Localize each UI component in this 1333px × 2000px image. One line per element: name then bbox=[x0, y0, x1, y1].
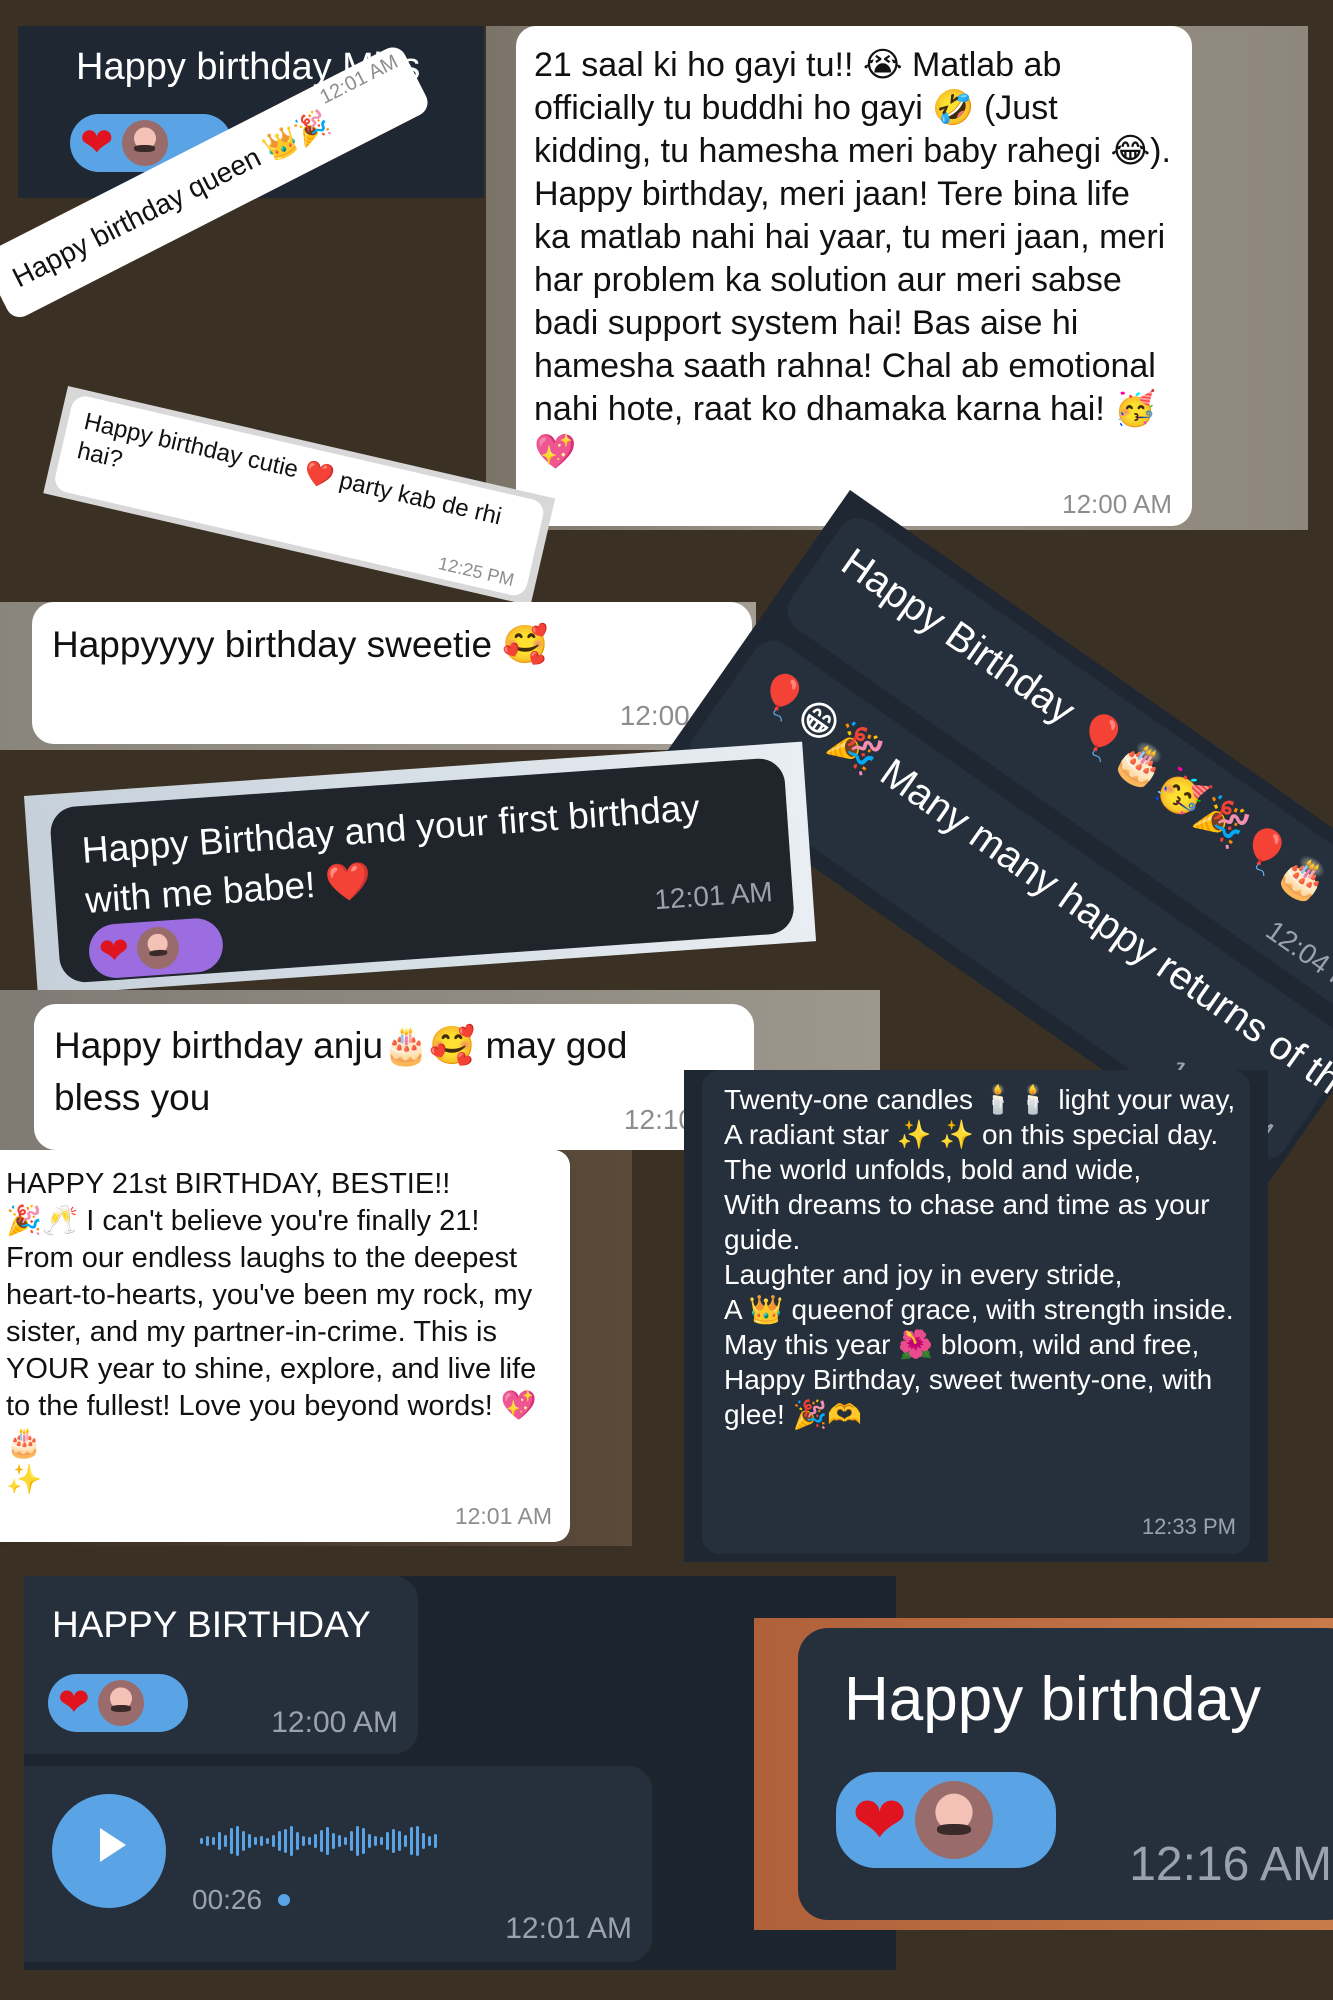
message-time: 12:01 AM bbox=[653, 876, 774, 916]
message-time: 12:16 AM bbox=[1129, 1838, 1332, 1891]
waveform[interactable] bbox=[200, 1816, 624, 1866]
message-bubble: Happy birthday cutie ❤️ party kab de rhi… bbox=[52, 393, 547, 599]
play-button[interactable] bbox=[52, 1794, 166, 1908]
message-text: Twenty-one candles 🕯️🕯️ light your way, … bbox=[724, 1084, 1236, 1430]
voice-message: 00:26 12:01 AM bbox=[24, 1766, 652, 1962]
message-bubble: Happyyyy birthday sweetie 🥰 12:00 AM bbox=[32, 602, 752, 744]
waveform-bar bbox=[374, 1836, 377, 1846]
card-cutie: Happy birthday cutie ❤️ party kab de rhi… bbox=[43, 386, 556, 606]
avatar bbox=[121, 120, 168, 166]
waveform-bar bbox=[350, 1831, 353, 1851]
waveform-bar bbox=[332, 1833, 335, 1849]
reaction-pill[interactable]: ❤ bbox=[87, 916, 225, 980]
reaction-pill[interactable]: ❤ bbox=[48, 1674, 188, 1732]
waveform-bar bbox=[236, 1826, 239, 1856]
waveform-bar bbox=[200, 1838, 203, 1844]
card-bestie: HAPPY 21st BIRTHDAY, BESTIE!! 🎉🥂 I can't… bbox=[0, 1150, 632, 1546]
message-bubble: 21 saal ki ho gayi tu!! 😭 Matlab ab offi… bbox=[516, 26, 1192, 526]
reaction-pill[interactable]: ❤ bbox=[836, 1772, 1056, 1868]
message-text: Happy Birthday and your first birthday w… bbox=[80, 786, 701, 921]
waveform-bar bbox=[206, 1836, 209, 1846]
card-hindi-long: 21 saal ki ho gayi tu!! 😭 Matlab ab offi… bbox=[486, 26, 1308, 530]
message-time: 12:00 AM bbox=[1062, 489, 1172, 519]
message-text: HAPPY BIRTHDAY bbox=[52, 1604, 371, 1645]
waveform-bar bbox=[320, 1830, 323, 1852]
card-sweetie: Happyyyy birthday sweetie 🥰 12:00 AM bbox=[0, 602, 756, 750]
avatar bbox=[97, 1680, 144, 1726]
waveform-bar bbox=[410, 1827, 413, 1855]
waveform-bar bbox=[314, 1834, 317, 1848]
unplayed-dot bbox=[278, 1894, 290, 1906]
waveform-bar bbox=[344, 1837, 347, 1845]
waveform-bar bbox=[398, 1831, 401, 1851]
waveform-bar bbox=[272, 1835, 275, 1847]
message-bubble: Happy birthday ❤ 12:16 AM bbox=[798, 1628, 1333, 1920]
heart-icon: ❤ bbox=[97, 929, 131, 973]
message-text: Happy birthday anju🎂🥰 may god bless you bbox=[54, 1025, 628, 1118]
waveform-bar bbox=[242, 1831, 245, 1851]
card-big: Happy birthday ❤ 12:16 AM bbox=[754, 1618, 1333, 1930]
voice-duration: 00:26 bbox=[192, 1884, 263, 1915]
message-bubble: HAPPY 21st BIRTHDAY, BESTIE!! 🎉🥂 I can't… bbox=[0, 1150, 570, 1542]
avatar bbox=[135, 925, 181, 971]
waveform-bar bbox=[386, 1832, 389, 1850]
heart-icon: ❤ bbox=[58, 1682, 90, 1724]
waveform-bar bbox=[308, 1837, 311, 1845]
waveform-bar bbox=[254, 1837, 257, 1845]
message-time: 12:33 PM bbox=[1141, 1514, 1236, 1539]
waveform-bar bbox=[380, 1837, 383, 1845]
message-time: 12:00 AM bbox=[271, 1706, 398, 1739]
message-text: Happy birthday cutie ❤️ party kab de rhi… bbox=[74, 407, 505, 531]
waveform-bar bbox=[338, 1835, 341, 1847]
waveform-bar bbox=[362, 1828, 365, 1854]
message-time: 12:01 AM bbox=[454, 1503, 552, 1529]
message-text: Happyyyy birthday sweetie 🥰 bbox=[52, 624, 549, 665]
waveform-bar bbox=[404, 1835, 407, 1847]
message-bubble: Twenty-one candles 🕯️🕯️ light your way, … bbox=[702, 1070, 1250, 1554]
message-bubble: HAPPY BIRTHDAY ❤ 12:00 AM bbox=[24, 1576, 418, 1754]
waveform-bar bbox=[422, 1833, 425, 1849]
card-first-birthday: Happy Birthday and your first birthday w… bbox=[24, 741, 817, 996]
message-time: 12:01 AM bbox=[505, 1912, 632, 1945]
waveform-bar bbox=[284, 1829, 287, 1853]
waveform-bar bbox=[368, 1834, 371, 1848]
heart-icon: ❤ bbox=[80, 121, 114, 165]
waveform-bar bbox=[296, 1832, 299, 1850]
waveform-bar bbox=[212, 1837, 215, 1845]
waveform-bar bbox=[434, 1834, 437, 1848]
avatar bbox=[915, 1781, 994, 1859]
waveform-bar bbox=[260, 1836, 263, 1846]
waveform-bar bbox=[428, 1836, 431, 1846]
waveform-bar bbox=[248, 1834, 251, 1848]
waveform-bar bbox=[302, 1836, 305, 1846]
waveform-bar bbox=[218, 1832, 221, 1850]
message-bubble: Happy Birthday and your first birthday w… bbox=[48, 756, 796, 984]
waveform-bar bbox=[290, 1826, 293, 1856]
heart-icon: ❤ bbox=[852, 1783, 908, 1857]
message-bubble: Happy birthday anju🎂🥰 may god bless you … bbox=[34, 1004, 754, 1150]
waveform-bar bbox=[230, 1828, 233, 1854]
waveform-bar bbox=[266, 1838, 269, 1844]
waveform-bar bbox=[278, 1831, 281, 1851]
card-poem: Twenty-one candles 🕯️🕯️ light your way, … bbox=[684, 1070, 1268, 1562]
waveform-bar bbox=[224, 1835, 227, 1847]
waveform-bar bbox=[326, 1827, 329, 1855]
waveform-bar bbox=[356, 1826, 359, 1856]
message-text: Happy birthday bbox=[844, 1665, 1262, 1734]
waveform-bar bbox=[416, 1826, 419, 1856]
waveform-bar bbox=[392, 1829, 395, 1853]
message-text: 21 saal ki ho gayi tu!! 😭 Matlab ab offi… bbox=[534, 46, 1171, 471]
message-text: HAPPY 21st BIRTHDAY, BESTIE!! 🎉🥂 I can't… bbox=[6, 1168, 538, 1496]
